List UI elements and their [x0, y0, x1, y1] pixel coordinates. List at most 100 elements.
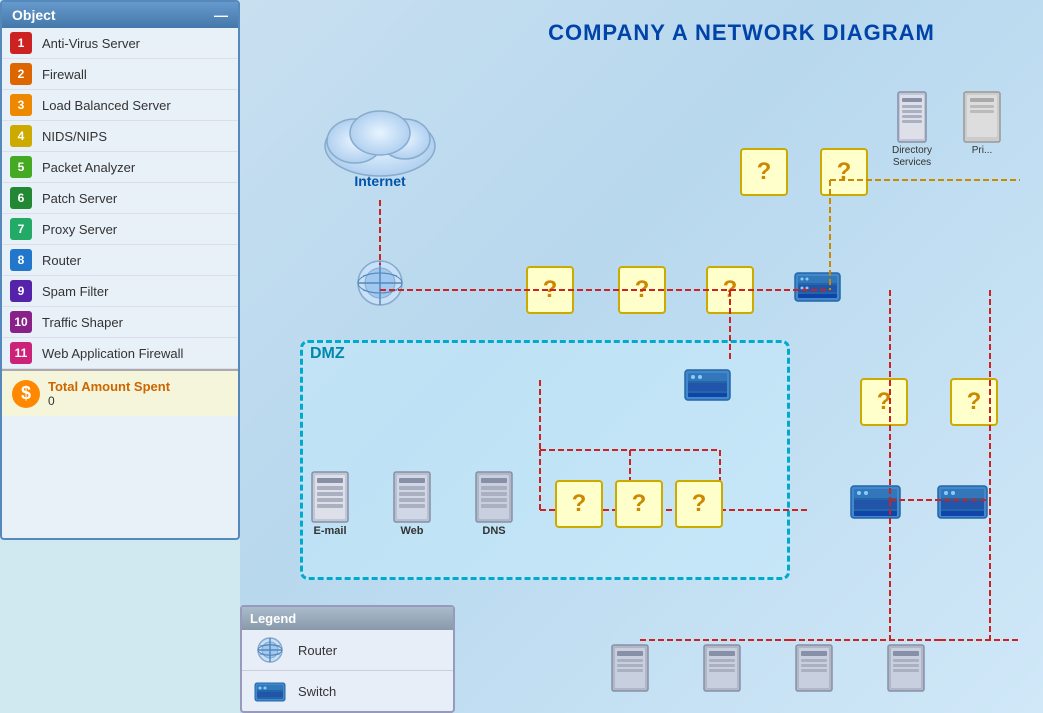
sidebar-item-firewall[interactable]: 2 Firewall — [2, 59, 238, 90]
question-box-top-2[interactable]: ? — [820, 148, 868, 196]
item-badge-8: 8 — [10, 249, 32, 271]
right-question-box-1[interactable]: ? — [860, 378, 908, 426]
item-label-6: Patch Server — [42, 191, 117, 206]
sidebar-item-traffic-shaper[interactable]: 10 Traffic Shaper — [2, 307, 238, 338]
item-badge-1: 1 — [10, 32, 32, 54]
sidebar-item-packet-analyzer[interactable]: 5 Packet Analyzer — [2, 152, 238, 183]
right-switch-2[interactable] — [935, 478, 990, 528]
sidebar-title: Object — [12, 7, 56, 23]
item-label-1: Anti-Virus Server — [42, 36, 140, 51]
bottom-server-svg-3 — [792, 643, 836, 693]
legend-router-svg — [252, 636, 288, 664]
right-switch-1[interactable] — [848, 478, 903, 528]
item-badge-2: 2 — [10, 63, 32, 85]
item-label-8: Router — [42, 253, 81, 268]
dns-label: DNS — [482, 525, 505, 537]
sidebar-item-anti-virus-server[interactable]: 1 Anti-Virus Server — [2, 28, 238, 59]
right-question-box-2[interactable]: ? — [950, 378, 998, 426]
question-box-3[interactable]: ? — [706, 266, 754, 314]
bottom-server-4[interactable] — [884, 643, 928, 693]
cloud-svg — [310, 91, 450, 181]
item-label-11: Web Application Firewall — [42, 346, 183, 361]
qbox-top-2[interactable]: ? — [820, 148, 868, 196]
qbox-2[interactable]: ? — [618, 266, 666, 314]
question-box-2[interactable]: ? — [618, 266, 666, 314]
right-qbox-2[interactable]: ? — [950, 378, 998, 426]
dmz-label: DMZ — [310, 345, 345, 363]
item-label-3: Load Balanced Server — [42, 98, 171, 113]
item-badge-9: 9 — [10, 280, 32, 302]
item-badge-7: 7 — [10, 218, 32, 240]
email-server-svg — [308, 470, 352, 525]
web-server-svg — [390, 470, 434, 525]
item-badge-5: 5 — [10, 156, 32, 178]
item-badge-6: 6 — [10, 187, 32, 209]
item-badge-3: 3 — [10, 94, 32, 116]
bottom-server-svg-2 — [700, 643, 744, 693]
qbox-3[interactable]: ? — [706, 266, 754, 314]
dmz-dns-server[interactable]: DNS — [472, 470, 516, 537]
bottom-server-3[interactable] — [792, 643, 836, 693]
legend-router-label: Router — [298, 643, 337, 658]
dmz-web-server[interactable]: Web — [390, 470, 434, 537]
sidebar-item-router[interactable]: 8 Router — [2, 245, 238, 276]
sidebar-item-spam-filter[interactable]: 9 Spam Filter — [2, 276, 238, 307]
item-badge-4: 4 — [10, 125, 32, 147]
item-label-9: Spam Filter — [42, 284, 108, 299]
sidebar-item-load-balanced-server[interactable]: 3 Load Balanced Server — [2, 90, 238, 121]
sidebar-item-patch-server[interactable]: 6 Patch Server — [2, 183, 238, 214]
item-badge-11: 11 — [10, 342, 32, 364]
item-label-10: Traffic Shaper — [42, 315, 123, 330]
dmz-qbox-3[interactable]: ? — [675, 480, 723, 528]
dollar-icon: $ — [12, 380, 40, 408]
switch-svg-1 — [790, 258, 845, 313]
legend-switch-svg — [252, 677, 288, 705]
internet-cloud: Internet — [300, 80, 460, 200]
sidebar-item-nidsnips[interactable]: 4 NIDS/NIPS — [2, 121, 238, 152]
bottom-server-svg-1 — [608, 643, 652, 693]
directory-services: DirectoryServices — [890, 90, 934, 169]
item-badge-10: 10 — [10, 311, 32, 333]
question-box-1[interactable]: ? — [526, 266, 574, 314]
dmz-email-server[interactable]: E-mail — [308, 470, 352, 537]
internet-label: Internet — [354, 173, 405, 189]
right-qbox-1[interactable]: ? — [860, 378, 908, 426]
dmz-qbox-2[interactable]: ? — [615, 480, 663, 528]
total-spent-label: Total Amount Spent — [48, 379, 170, 394]
legend-header: Legend — [242, 607, 453, 630]
dmz-qbox-1[interactable]: ? — [555, 480, 603, 528]
directory-server-svg — [890, 90, 934, 145]
router-svg — [355, 258, 405, 308]
directory-services-label: DirectoryServices — [892, 145, 932, 169]
right-switch-svg-2 — [935, 478, 990, 528]
dns-server-svg — [472, 470, 516, 525]
printer-label: Pri... — [972, 145, 993, 156]
legend-router-icon — [252, 636, 288, 664]
switch-node-1[interactable] — [790, 258, 845, 313]
legend: Legend Router — [240, 605, 455, 713]
legend-switch-icon — [252, 677, 288, 705]
total-spent-amount: 0 — [48, 394, 170, 408]
bottom-server-2[interactable] — [700, 643, 744, 693]
sidebar-close-btn[interactable]: — — [214, 7, 228, 23]
dmz-question-box-2[interactable]: ? — [615, 480, 663, 528]
sidebar: Object — 1 Anti-Virus Server 2 Firewall … — [0, 0, 240, 540]
dmz-top-server[interactable] — [680, 360, 735, 415]
router-node-main[interactable] — [355, 258, 405, 308]
dmz-question-box-3[interactable]: ? — [675, 480, 723, 528]
bottom-server-1[interactable] — [608, 643, 652, 693]
legend-item-switch: Switch — [242, 671, 453, 711]
legend-switch-label: Switch — [298, 684, 336, 699]
qbox-top-1[interactable]: ? — [740, 148, 788, 196]
email-label: E-mail — [313, 525, 346, 537]
qbox-1[interactable]: ? — [526, 266, 574, 314]
question-box-top-1[interactable]: ? — [740, 148, 788, 196]
sidebar-item-proxy-server[interactable]: 7 Proxy Server — [2, 214, 238, 245]
sidebar-items-list: 1 Anti-Virus Server 2 Firewall 3 Load Ba… — [2, 28, 238, 369]
sidebar-item-web-application-firewall[interactable]: 11 Web Application Firewall — [2, 338, 238, 369]
legend-item-router: Router — [242, 630, 453, 671]
web-label: Web — [400, 525, 423, 537]
lb-server-svg — [680, 360, 735, 415]
dmz-question-box-1[interactable]: ? — [555, 480, 603, 528]
item-label-5: Packet Analyzer — [42, 160, 135, 175]
